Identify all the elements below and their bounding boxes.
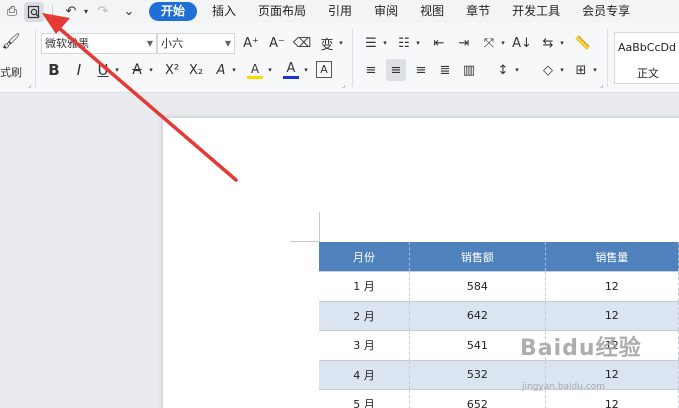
arrow-head xyxy=(42,13,70,34)
arrow-shaft xyxy=(50,20,238,182)
annotation-arrow xyxy=(42,13,238,182)
